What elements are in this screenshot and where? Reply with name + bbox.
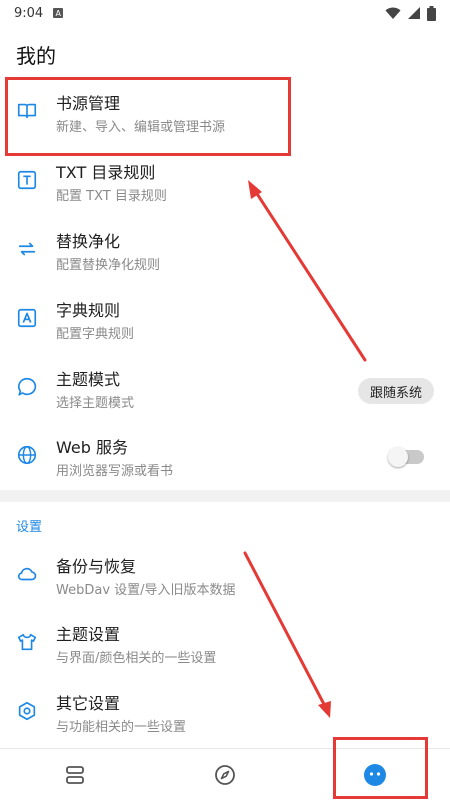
menu-item-subtitle: 与界面/颜色相关的一些设置 [56,651,217,666]
battery-icon [427,5,436,21]
dictionary-box-icon [16,307,38,329]
menu-item-subtitle: 配置 TXT 目录规则 [56,189,167,204]
signal-icon [408,7,420,19]
bookshelf-icon [66,766,84,784]
status-time: 9:04 [14,5,44,21]
wifi-icon [385,7,401,19]
section-divider [0,490,450,502]
bottom-nav [0,748,450,800]
theme-mode-chip[interactable]: 跟随系统 [357,378,434,404]
status-icons [385,5,436,21]
menu-item-subtitle: 用浏览器写源或看书 [56,464,174,479]
menu-item-dictionary-rules[interactable]: 字典规则 配置字典规则 [0,287,450,353]
book-open-icon [16,100,38,122]
menu-item-subtitle: 配置字典规则 [56,327,135,342]
menu-item-title: 主题设置 [56,625,121,644]
web-service-toggle[interactable] [388,447,424,467]
menu-item-title: TXT 目录规则 [56,163,156,182]
settings-item-other[interactable]: 其它设置 与功能相关的一些设置 [0,680,450,746]
menu-item-replace-rules[interactable]: 替换净化 配置替换净化规则 [0,218,450,284]
settings-item-backup[interactable]: 备份与恢复 WebDav 设置/导入旧版本数据 [0,543,450,609]
page-title: 我的 [16,44,56,68]
hexagon-settings-icon [16,700,38,722]
globe-icon [16,444,38,466]
status-bar: 9:04 A [0,0,450,26]
menu-item-title: Web 服务 [56,438,128,457]
menu-item-title: 其它设置 [56,694,121,713]
menu-item-book-source[interactable]: 书源管理 新建、导入、编辑或管理书源 [0,80,450,146]
menu-item-subtitle: 选择主题模式 [56,396,135,411]
menu-item-title: 替换净化 [56,232,121,251]
notification-icon: A [53,8,64,18]
settings-section-label: 设置 [16,520,43,535]
menu-item-title: 字典规则 [56,301,121,320]
menu-item-theme-mode[interactable]: 主题模式 选择主题模式 跟随系统 [0,356,450,422]
cloud-icon [16,563,38,585]
menu-item-subtitle: 配置替换净化规则 [56,258,161,273]
speech-bubble-icon [16,376,38,398]
toggle-knob [388,447,408,467]
menu-item-subtitle: 与功能相关的一些设置 [56,720,187,735]
nav-bookshelf-button[interactable] [0,749,150,801]
menu-item-title: 书源管理 [56,94,121,113]
compass-icon [215,765,235,785]
menu-item-web-service[interactable]: Web 服务 用浏览器写源或看书 [0,424,450,490]
settings-item-theme[interactable]: 主题设置 与界面/颜色相关的一些设置 [0,611,450,677]
txt-box-icon [16,169,38,191]
swap-arrows-icon [16,238,38,260]
menu-item-txt-rules[interactable]: TXT 目录规则 配置 TXT 目录规则 [0,149,450,215]
menu-item-subtitle: 新建、导入、编辑或管理书源 [56,120,226,135]
nav-my-button[interactable] [300,749,450,801]
my-face-icon [364,764,386,786]
nav-discover-button[interactable] [150,749,300,801]
tshirt-icon [16,631,38,653]
menu-item-subtitle: WebDav 设置/导入旧版本数据 [56,583,236,598]
menu-item-title: 备份与恢复 [56,557,137,576]
menu-item-title: 主题模式 [56,370,121,389]
